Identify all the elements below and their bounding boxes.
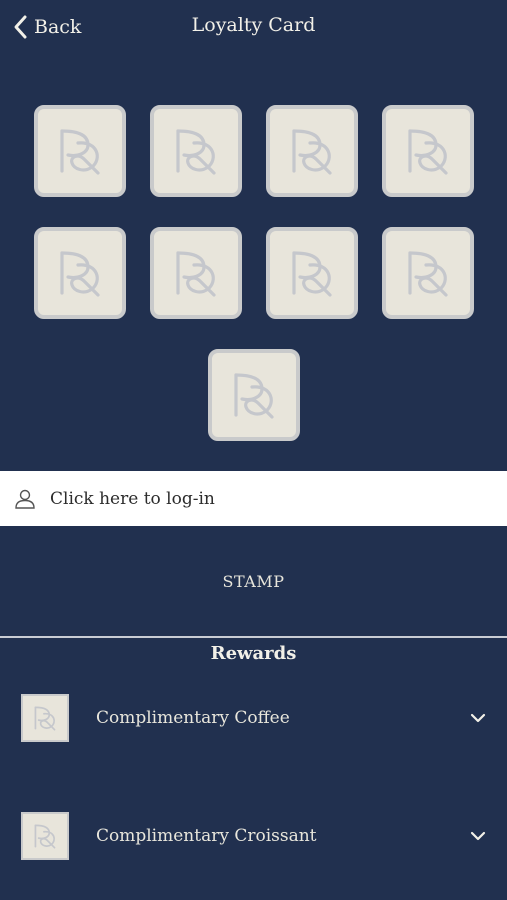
stamp-slot-5[interactable] xyxy=(34,227,126,319)
stamp-slot-1[interactable] xyxy=(34,105,126,197)
chevron-down-icon[interactable] xyxy=(469,709,487,727)
rewards-title: Rewards xyxy=(210,643,297,664)
pd-logo-icon xyxy=(34,706,56,731)
stamp-button[interactable]: STAMP xyxy=(0,556,507,606)
reward-label: Complimentary Croissant xyxy=(96,826,317,846)
pd-logo-icon xyxy=(292,129,332,175)
pd-logo-icon xyxy=(408,251,448,297)
divider xyxy=(0,636,507,638)
reward-thumbnail xyxy=(21,812,69,860)
stamp-slot-4[interactable] xyxy=(382,105,474,197)
stamp-slot-7[interactable] xyxy=(266,227,358,319)
header: Back Loyalty Card xyxy=(0,0,507,56)
pd-logo-icon xyxy=(176,129,216,175)
page-title: Loyalty Card xyxy=(191,14,316,36)
reward-item-coffee[interactable]: Complimentary Coffee xyxy=(0,683,507,753)
stamp-slot-6[interactable] xyxy=(150,227,242,319)
loyalty-card-screen: Back Loyalty Card Click here to log-in S… xyxy=(0,0,507,900)
reward-item-croissant[interactable]: Complimentary Croissant xyxy=(0,801,507,871)
pd-logo-icon xyxy=(34,824,56,849)
pd-logo-icon xyxy=(176,251,216,297)
login-label: Click here to log-in xyxy=(50,488,215,509)
user-icon xyxy=(15,489,35,509)
pd-logo-icon xyxy=(408,129,448,175)
reward-label: Complimentary Coffee xyxy=(96,708,290,728)
pd-logo-icon xyxy=(234,373,274,419)
login-bar[interactable]: Click here to log-in xyxy=(0,471,507,526)
pd-logo-icon xyxy=(60,251,100,297)
stamp-slot-2[interactable] xyxy=(150,105,242,197)
pd-logo-icon xyxy=(292,251,332,297)
stamp-slot-8[interactable] xyxy=(382,227,474,319)
reward-thumbnail xyxy=(21,694,69,742)
stamp-slot-3[interactable] xyxy=(266,105,358,197)
pd-logo-icon xyxy=(60,129,100,175)
stamp-slot-9[interactable] xyxy=(208,349,300,441)
chevron-down-icon[interactable] xyxy=(469,827,487,845)
